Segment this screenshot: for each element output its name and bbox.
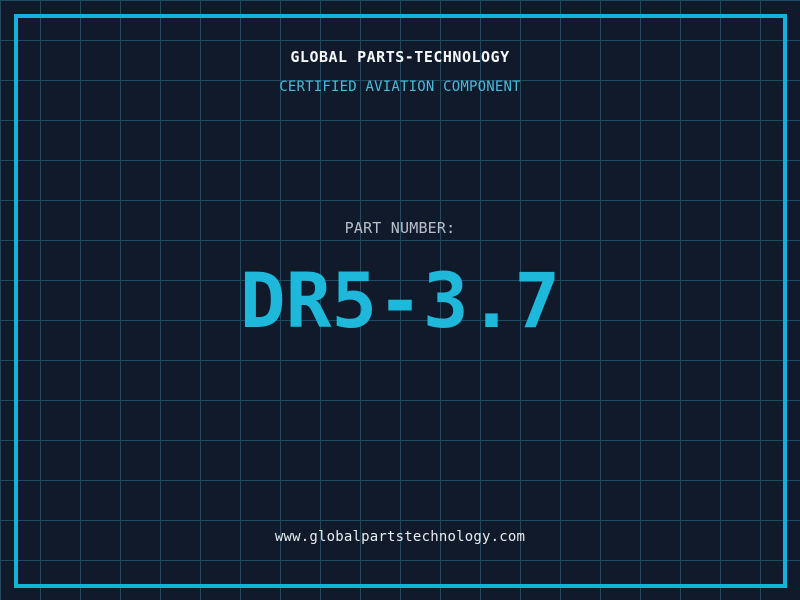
brand-subtitle: CERTIFIED AVIATION COMPONENT [279,79,521,95]
part-number-label: PART NUMBER: [344,219,456,237]
part-number-value: DR5-3.7 [239,256,561,345]
label-card: GLOBAL PARTS-TECHNOLOGY CERTIFIED AVIATI… [0,0,800,600]
website-url: www.globalpartstechnology.com [274,529,526,545]
brand-title: GLOBAL PARTS-TECHNOLOGY [290,48,510,66]
